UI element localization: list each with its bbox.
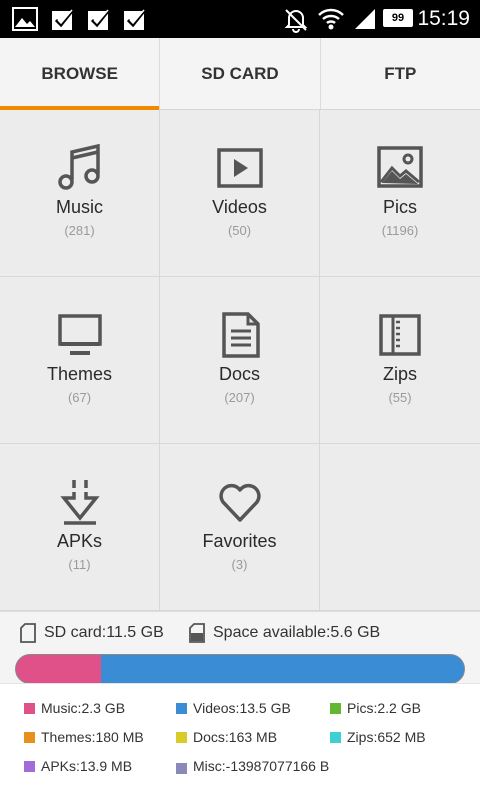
legend-item-themes: Themes:180 MB xyxy=(24,728,144,746)
battery-level: 99 xyxy=(391,12,405,24)
checkbox-icon xyxy=(124,9,147,30)
category-label: Zips xyxy=(382,364,417,384)
download-icon xyxy=(59,480,100,525)
legend-label: Pics:2.2 GB xyxy=(347,700,421,716)
category-pics[interactable]: Pics (1196) xyxy=(320,110,480,277)
image-icon xyxy=(12,7,38,31)
tab-sd-card[interactable]: SD CARD xyxy=(160,38,321,109)
usage-segment-blue xyxy=(101,655,464,683)
legend-label: Themes:180 MB xyxy=(41,729,144,745)
tab-bar: BROWSE SD CARD FTP xyxy=(0,38,480,110)
legend-label: Docs:163 MB xyxy=(193,729,278,745)
category-count: (1196) xyxy=(381,223,419,238)
space-available-info: Space available:5.6 GB xyxy=(189,623,380,643)
empty-cell xyxy=(320,444,480,611)
legend-item-zips: Zips:652 MB xyxy=(330,728,426,746)
picture-icon xyxy=(377,146,423,188)
category-label: Videos xyxy=(212,197,267,217)
category-count: (55) xyxy=(388,390,412,405)
sd-card-size: SD card:11.5 GB xyxy=(44,624,164,641)
category-music[interactable]: Music (281) xyxy=(0,110,160,277)
music-icon xyxy=(57,144,100,190)
category-favorites[interactable]: Favorites (3) xyxy=(160,444,320,611)
category-count: (207) xyxy=(224,390,255,405)
checkbox-icon xyxy=(88,9,111,30)
legend-swatch xyxy=(24,761,35,772)
legend-item-misc: Misc:-13987077166 B xyxy=(176,757,331,775)
legend-item-pics: Pics:2.2 GB xyxy=(330,699,421,717)
storage-legend: Music:2.3 GB Videos:13.5 GB Pics:2.2 GB … xyxy=(0,683,480,800)
category-count: (50) xyxy=(227,223,252,238)
category-label: Pics xyxy=(382,197,417,217)
category-label: Music xyxy=(55,197,103,217)
sd-card-icon xyxy=(20,623,36,643)
storage-usage-bar xyxy=(15,654,465,684)
storage-panel: SD card:11.5 GB Space available:5.6 GB M… xyxy=(0,611,480,800)
category-themes[interactable]: Themes (67) xyxy=(0,277,160,444)
legend-label: APKs:13.9 MB xyxy=(41,758,133,774)
category-zips[interactable]: Zips (55) xyxy=(320,277,480,444)
category-count: (67) xyxy=(67,390,92,405)
tab-ftp[interactable]: FTP xyxy=(321,38,480,109)
alarm-off-icon xyxy=(284,9,308,33)
category-apks[interactable]: APKs (11) xyxy=(0,444,160,611)
legend-label: Misc:-13987077166 B xyxy=(193,758,330,774)
category-label: Themes xyxy=(46,364,113,384)
legend-label: Videos:13.5 GB xyxy=(193,700,291,716)
legend-swatch xyxy=(330,732,341,743)
category-label: Favorites xyxy=(202,531,277,551)
legend-item-music: Music:2.3 GB xyxy=(24,699,125,717)
category-docs[interactable]: Docs (207) xyxy=(160,277,320,444)
usage-segment-pink xyxy=(16,655,102,683)
legend-label: Zips:652 MB xyxy=(347,729,426,745)
category-videos[interactable]: Videos (50) xyxy=(160,110,320,277)
tab-browse[interactable]: BROWSE xyxy=(0,38,161,110)
legend-swatch xyxy=(24,703,35,714)
legend-label: Music:2.3 GB xyxy=(41,700,126,716)
category-label: APKs xyxy=(56,531,103,551)
category-count: (11) xyxy=(68,557,91,572)
video-icon xyxy=(216,148,263,188)
signal-icon xyxy=(355,9,375,29)
category-label: Docs xyxy=(218,364,260,384)
legend-swatch xyxy=(176,703,187,714)
sd-card-filled-icon xyxy=(189,623,205,643)
legend-item-apks: APKs:13.9 MB xyxy=(24,757,132,775)
category-count: (3) xyxy=(231,557,248,572)
checkbox-icon xyxy=(52,9,75,30)
document-icon xyxy=(221,312,260,358)
archive-icon xyxy=(379,314,421,356)
status-bar: 99 15:19 xyxy=(0,0,480,38)
sd-card-info: SD card:11.5 GB xyxy=(20,623,164,643)
legend-swatch xyxy=(176,763,187,774)
heart-icon xyxy=(218,483,261,522)
monitor-icon xyxy=(57,314,102,355)
category-grid: Music (281) Videos (50) Pics (1196) Them… xyxy=(0,110,480,611)
legend-swatch xyxy=(330,703,341,714)
space-available: Space available:5.6 GB xyxy=(213,624,381,641)
wifi-icon xyxy=(318,8,344,30)
category-count: (281) xyxy=(64,223,95,238)
legend-item-docs: Docs:163 MB xyxy=(176,728,277,746)
clock: 15:19 xyxy=(417,7,470,30)
legend-swatch xyxy=(176,732,187,743)
battery-icon: 99 xyxy=(383,9,413,27)
legend-swatch xyxy=(24,732,35,743)
legend-item-videos: Videos:13.5 GB xyxy=(176,699,291,717)
